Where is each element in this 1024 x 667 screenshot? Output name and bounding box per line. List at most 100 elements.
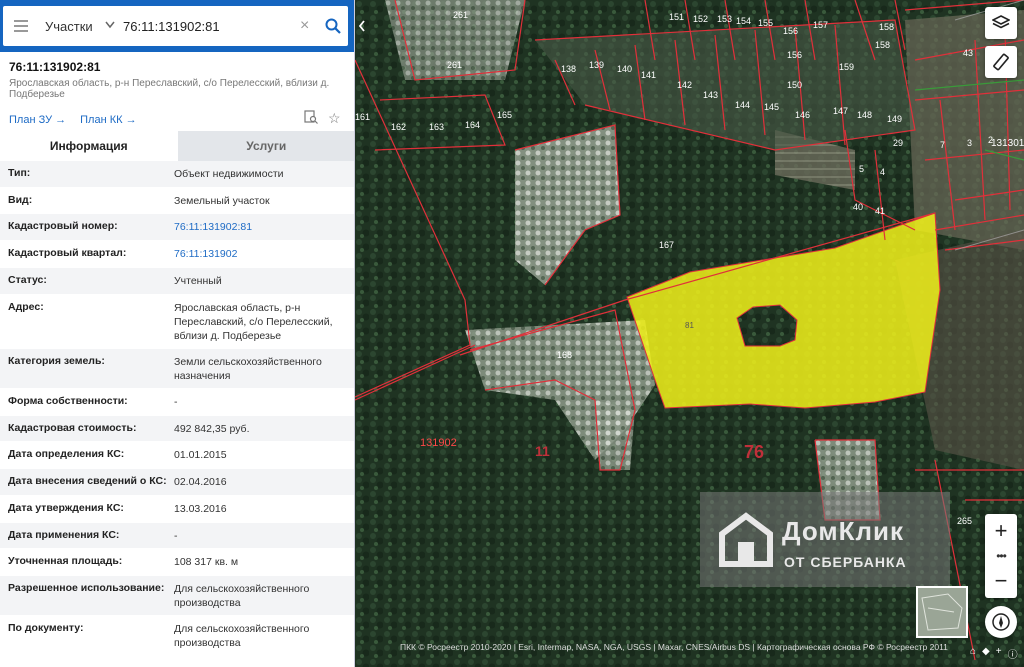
map-label-261a: 261 bbox=[453, 10, 468, 20]
info-panel: Участки 76:11:131902:81 × 76:11:131902:8… bbox=[0, 0, 355, 667]
svg-text:142: 142 bbox=[677, 80, 692, 90]
row-key: Вид: bbox=[8, 194, 33, 206]
cadastral-quarter-link[interactable]: 76:11:131902 bbox=[174, 241, 347, 267]
info-row: Вид: Земельный участок bbox=[0, 188, 354, 214]
svg-text:153: 153 bbox=[717, 14, 732, 24]
svg-text:7: 7 bbox=[940, 140, 945, 150]
row-value: 13.03.2016 bbox=[174, 503, 227, 515]
app-root: 261 261 151 152 153 154 155 156 157 158 158 15… bbox=[0, 0, 1024, 667]
compass-button[interactable] bbox=[985, 606, 1017, 638]
map-label-region: 76 bbox=[744, 442, 764, 462]
info-icon[interactable]: ⓘ bbox=[1008, 646, 1018, 661]
search-mode-select[interactable]: Участки bbox=[45, 19, 105, 34]
more-icon[interactable]: ••• bbox=[996, 546, 1007, 566]
info-row: Кадастровый номер: 76:11:131902:81 bbox=[0, 214, 354, 241]
domclick-logo-icon bbox=[719, 512, 773, 567]
chevron-down-icon[interactable] bbox=[105, 20, 123, 32]
svg-text:5: 5 bbox=[859, 164, 864, 174]
svg-text:149: 149 bbox=[887, 114, 902, 124]
parcel-title: 76:11:131902:81 bbox=[9, 60, 101, 74]
svg-text:148: 148 bbox=[857, 110, 872, 120]
info-row: Дата внесения сведений о КС: 02.04.2016 bbox=[0, 469, 354, 496]
row-key: Тип: bbox=[8, 167, 31, 179]
parcel-address: Ярославская область, р-н Переславский, с… bbox=[9, 78, 330, 100]
info-table: Тип: Объект недвижимости Вид: Земельный уч… bbox=[0, 161, 354, 656]
panel-tools: ☆ bbox=[304, 110, 341, 127]
star-icon[interactable]: ☆ bbox=[328, 110, 341, 127]
search-input[interactable]: 76:11:131902:81 bbox=[123, 19, 300, 34]
svg-text:139: 139 bbox=[589, 60, 604, 70]
plus-icon[interactable]: + bbox=[996, 646, 1002, 661]
map-mini-icons: ⌂ ◆ + ⓘ bbox=[970, 646, 1018, 661]
search-box: Участки 76:11:131902:81 × bbox=[3, 6, 348, 46]
clear-icon[interactable]: × bbox=[300, 17, 318, 35]
row-key: Разрешенное использование: bbox=[8, 582, 165, 594]
svg-text:29: 29 bbox=[893, 138, 903, 148]
row-value: Для сельскохозяйственного производства bbox=[174, 583, 310, 609]
tab-services[interactable]: Услуги bbox=[177, 131, 354, 161]
minimap[interactable] bbox=[916, 586, 968, 638]
row-value: 108 317 кв. м bbox=[174, 556, 239, 568]
chevron-left-icon bbox=[358, 20, 365, 32]
info-row: Статус: Учтенный bbox=[0, 268, 354, 295]
row-value: 02.04.2016 bbox=[174, 476, 227, 488]
search-icon bbox=[325, 18, 341, 34]
plan-zu-link[interactable]: План ЗУ → bbox=[9, 114, 66, 126]
layers-button[interactable] bbox=[985, 7, 1017, 39]
map-label-167: 167 bbox=[659, 240, 674, 250]
svg-text:156: 156 bbox=[787, 50, 802, 60]
svg-text:159: 159 bbox=[839, 62, 854, 72]
info-row: Кадастровая стоимость: 492 842,35 руб. bbox=[0, 416, 354, 442]
svg-text:158: 158 bbox=[879, 22, 894, 32]
svg-text:131301: 131301 bbox=[991, 138, 1024, 149]
svg-text:150: 150 bbox=[787, 80, 802, 90]
row-key: Кадастровый квартал: bbox=[8, 247, 127, 259]
svg-text:163: 163 bbox=[429, 122, 444, 132]
svg-text:147: 147 bbox=[833, 106, 848, 116]
map-label-81: 81 bbox=[685, 321, 694, 330]
info-row: Адрес: Ярославская область, р-н Переславс… bbox=[0, 295, 354, 349]
map-label-168: 168 bbox=[557, 350, 572, 360]
svg-text:151: 151 bbox=[669, 12, 684, 22]
domclick-watermark: ДомКлик ОТ СБЕРБАНКА bbox=[700, 492, 950, 587]
search-button[interactable] bbox=[318, 6, 348, 46]
ruler-button[interactable] bbox=[985, 46, 1017, 78]
cadastral-number-link[interactable]: 76:11:131902:81 bbox=[174, 214, 347, 240]
svg-text:152: 152 bbox=[693, 14, 708, 24]
home-icon[interactable]: ⌂ bbox=[970, 646, 976, 661]
compass-icon bbox=[992, 613, 1010, 631]
svg-text:140: 140 bbox=[617, 64, 632, 74]
tab-information[interactable]: Информация bbox=[0, 131, 178, 161]
svg-text:144: 144 bbox=[735, 100, 750, 110]
pin-icon[interactable]: ◆ bbox=[982, 646, 990, 661]
collapse-panel-button[interactable] bbox=[355, 6, 369, 46]
row-value: - bbox=[174, 396, 178, 408]
row-key: По документу: bbox=[8, 622, 84, 634]
svg-text:265: 265 bbox=[957, 516, 972, 526]
svg-text:138: 138 bbox=[561, 64, 576, 74]
row-value: Земли сельскохозяйственного назначения bbox=[174, 356, 322, 382]
zoom-out-button[interactable]: − bbox=[995, 566, 1008, 596]
map-label-quarter: 131902 bbox=[420, 437, 457, 449]
svg-text:157: 157 bbox=[813, 20, 828, 30]
menu-icon[interactable] bbox=[3, 6, 39, 46]
document-search-icon[interactable] bbox=[304, 110, 318, 127]
svg-text:162: 162 bbox=[391, 122, 406, 132]
svg-text:164: 164 bbox=[465, 120, 480, 130]
svg-text:154: 154 bbox=[736, 16, 751, 26]
plan-kk-link[interactable]: План КК → bbox=[80, 114, 136, 126]
zoom-in-button[interactable]: + bbox=[995, 516, 1008, 546]
row-value: Учтенный bbox=[174, 275, 222, 287]
row-key: Адрес: bbox=[8, 301, 44, 313]
info-row: По документу: Для сельскохозяйственного п… bbox=[0, 616, 354, 656]
svg-text:141: 141 bbox=[641, 70, 656, 80]
parcel-header: 76:11:131902:81 Ярославская область, р-н… bbox=[9, 60, 339, 100]
watermark-title: ДомКлик bbox=[782, 516, 904, 546]
svg-text:43: 43 bbox=[963, 48, 973, 58]
map-label-district: 11 bbox=[535, 443, 550, 459]
info-row: Уточненная площадь: 108 317 кв. м bbox=[0, 549, 354, 576]
row-key: Кадастровый номер: bbox=[8, 220, 118, 232]
svg-text:146: 146 bbox=[795, 110, 810, 120]
panel-tabs: Информация Услуги bbox=[0, 131, 354, 161]
map-attribution: ПКК © Росреестр 2010-2020 | Esri, Interm… bbox=[400, 642, 948, 652]
